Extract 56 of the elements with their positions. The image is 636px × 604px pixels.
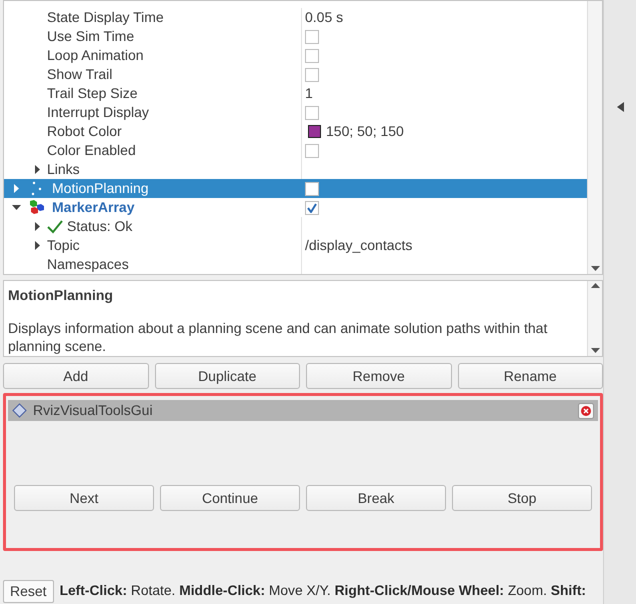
check-icon xyxy=(47,220,63,234)
property-label: Use Sim Time xyxy=(47,27,134,46)
toolbar-button[interactable]: Duplicate xyxy=(154,363,300,389)
display-name: MarkerArray xyxy=(52,198,134,217)
property-value: 1 xyxy=(305,84,313,103)
property-label: Trail Step Size xyxy=(47,84,138,103)
reset-button[interactable]: Reset xyxy=(3,580,54,603)
collapse-arrow-icon[interactable] xyxy=(12,203,20,212)
property-label: Interrupt Display xyxy=(47,103,149,122)
description-title: MotionPlanning xyxy=(8,286,114,304)
property-label: Namespaces xyxy=(47,255,129,274)
expand-arrow-icon[interactable] xyxy=(32,241,42,250)
property-label: Links xyxy=(47,160,80,179)
toolbar-button[interactable]: Remove xyxy=(306,363,452,389)
property-label: Status: Ok xyxy=(67,217,132,236)
property-label: Robot Color xyxy=(47,122,122,141)
scrollbar[interactable] xyxy=(587,281,602,356)
property-label: Loop Animation xyxy=(47,46,144,65)
property-value: /display_contacts xyxy=(305,236,412,255)
property-label: State Display Time xyxy=(47,8,164,27)
property-value: 150; 50; 150 xyxy=(326,122,404,141)
checkbox[interactable] xyxy=(305,144,319,158)
expand-arrow-icon[interactable] xyxy=(32,165,42,174)
close-icon[interactable] xyxy=(578,402,594,418)
toolbar-button[interactable]: Rename xyxy=(458,363,603,389)
scroll-up-icon[interactable] xyxy=(590,283,600,289)
description-text: Displays information about a planning scene and can animate solution paths within that planning scene. xyxy=(8,319,548,355)
property-label: Show Trail xyxy=(47,65,112,84)
diamond-icon xyxy=(12,403,27,418)
panel-button[interactable]: Stop xyxy=(452,485,592,511)
help-text: Left-Click: Rotate. Middle-Click: Move X/Y. Right-Click/Mouse Wheel: Zoom. Shift: xyxy=(60,582,586,600)
color-swatch[interactable] xyxy=(308,125,321,138)
display-name: MotionPlanning xyxy=(52,179,149,198)
checkbox[interactable] xyxy=(305,200,319,214)
collapse-arrow-icon[interactable] xyxy=(616,102,624,112)
panel-title: RvizVisualToolsGui xyxy=(33,401,153,420)
checkbox[interactable] xyxy=(305,68,319,82)
panel-button[interactable]: Continue xyxy=(160,485,300,511)
panel-button[interactable]: Break xyxy=(306,485,446,511)
scroll-down-icon[interactable] xyxy=(590,266,600,272)
checkbox[interactable] xyxy=(305,30,319,44)
scrollbar[interactable] xyxy=(587,1,602,274)
display-row[interactable]: MarkerArray xyxy=(4,198,587,217)
property-value: 0.05 s xyxy=(305,8,344,27)
property-label: Color Enabled xyxy=(47,141,136,160)
checkbox[interactable] xyxy=(305,106,319,120)
checkbox[interactable] xyxy=(305,48,319,62)
cubes-icon xyxy=(28,200,46,216)
property-label: Topic xyxy=(47,236,80,255)
scroll-down-icon[interactable] xyxy=(590,348,600,354)
dots-icon xyxy=(30,180,44,196)
display-row[interactable]: MotionPlanning xyxy=(4,179,587,198)
toolbar-button[interactable]: Add xyxy=(3,363,148,389)
expand-arrow-icon[interactable] xyxy=(32,222,42,231)
panel-button[interactable]: Next xyxy=(14,485,154,511)
checkbox[interactable] xyxy=(305,182,319,196)
